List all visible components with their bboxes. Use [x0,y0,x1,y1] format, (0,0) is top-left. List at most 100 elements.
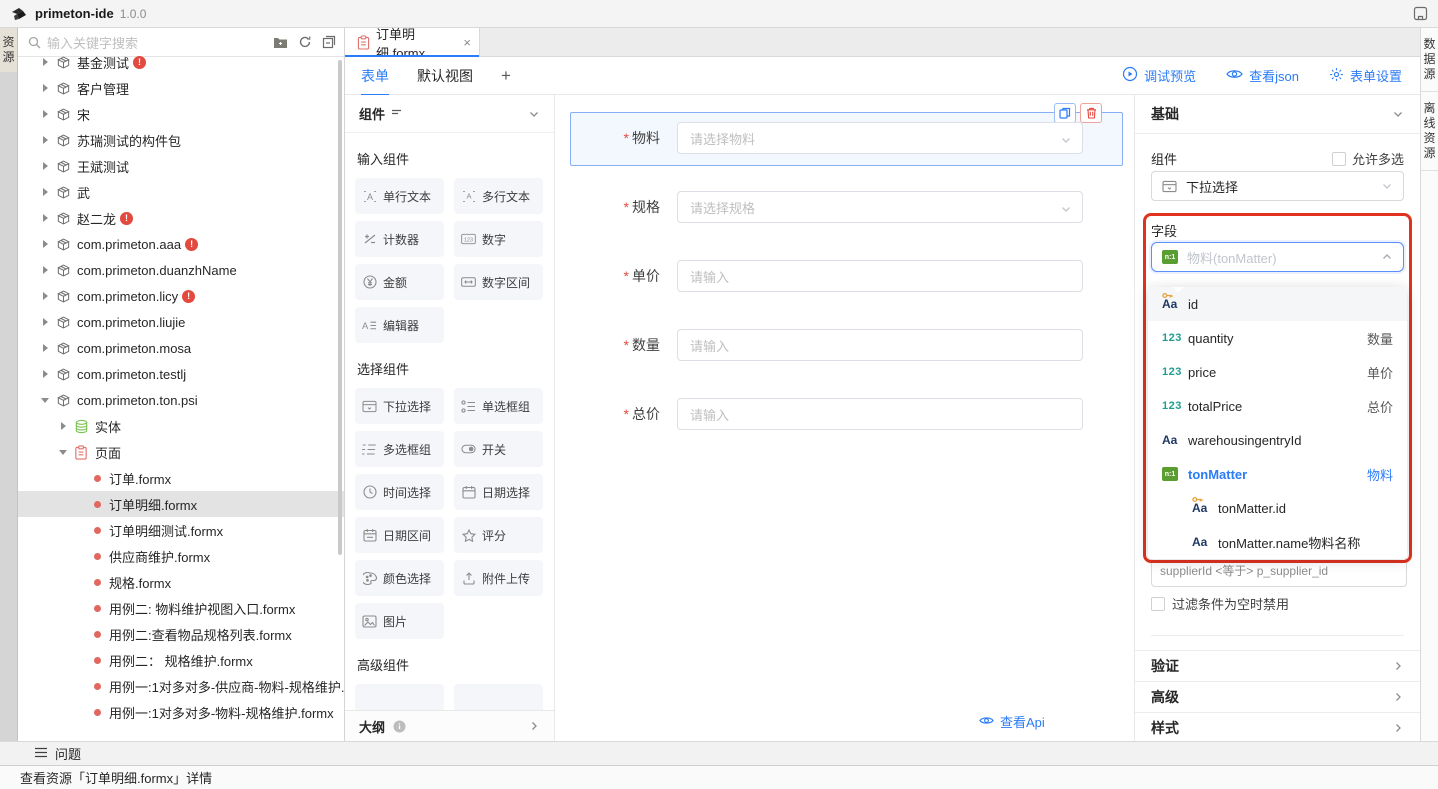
tree-item[interactable]: 订单明细测试.formx [18,517,344,543]
tree-item[interactable]: 用例二: 物料维护视图入口.formx [18,595,344,621]
chevron-right-icon[interactable] [40,83,50,93]
tree-item[interactable]: 苏瑞测试的构件包 [18,127,344,153]
chevron-down-icon[interactable] [40,395,50,405]
rail-tab-datasource[interactable]: 数据源 [1421,28,1438,92]
field-option[interactable]: AatonMatter.id [1148,491,1407,525]
field-option[interactable]: 123totalPrice总价 [1148,389,1407,423]
allow-multi-select-checkbox[interactable]: 允许多选 [1332,149,1404,168]
form-field-row[interactable]: *单价请输入 [555,260,1083,292]
tree-item[interactable]: com.primeton.testlj [18,361,344,387]
tree-item[interactable]: com.primeton.aaa! [18,231,344,257]
chevron-right-icon[interactable] [40,239,50,249]
new-folder-icon[interactable] [273,36,288,49]
field-option[interactable]: 123price单价 [1148,355,1407,389]
field-input[interactable]: 请输入 [677,329,1083,361]
tree-item[interactable]: 用例一:1对多对多-物料-规格维护.formx [18,699,344,725]
palette-component-button[interactable]: 123数字 [454,221,543,257]
delete-component-button[interactable] [1080,103,1102,123]
palette-component-button[interactable]: 下拉选择 [355,388,444,424]
field-input[interactable]: 请输入 [677,260,1083,292]
subtab-0[interactable]: 表单 [361,66,389,86]
field-option[interactable]: n:1tonMatter物料 [1148,457,1407,491]
chevron-right-icon[interactable] [40,213,50,223]
form-field-row[interactable]: *规格请选择规格 [555,191,1083,223]
palette-component-button[interactable]: 单选框组 [454,388,543,424]
palette-component-button[interactable] [355,684,444,710]
subtab-1[interactable]: 默认视图 [417,66,473,86]
palette-component-button[interactable]: A多行文本 [454,178,543,214]
tree-item[interactable]: 页面 [18,439,344,465]
chevron-right-icon[interactable] [40,265,50,275]
chevron-right-icon[interactable] [40,161,50,171]
window-layout-icon[interactable] [1413,6,1428,21]
section-1-header[interactable]: 高级 [1135,681,1420,712]
tree-item[interactable]: com.primeton.licy! [18,283,344,309]
palette-component-button[interactable] [454,684,543,710]
close-icon[interactable]: × [463,35,471,50]
chevron-right-icon[interactable] [40,369,50,379]
tree-item[interactable]: 实体 [18,413,344,439]
chevron-right-icon[interactable] [40,57,50,67]
palette-component-button[interactable]: 开关 [454,431,543,467]
copy-component-button[interactable] [1054,103,1076,123]
chevron-right-icon[interactable] [40,187,50,197]
field-option[interactable]: 123quantity数量 [1148,321,1407,355]
palette-component-button[interactable]: A单行文本 [355,178,444,214]
rail-tab-offline-resource[interactable]: 离线资源 [1421,92,1438,171]
tree-item[interactable]: 用例二： 规格维护.formx [18,647,344,673]
form-field-row[interactable]: *物料请选择物料 [555,122,1083,154]
chevron-right-icon[interactable] [40,317,50,327]
form-field-row[interactable]: *数量请输入 [555,329,1083,361]
tree-item[interactable]: 订单明细.formx [18,491,344,517]
rail-tab-resources[interactable]: 资源 [0,28,17,72]
form-field-row[interactable]: *总价请输入 [555,398,1083,430]
add-view-button[interactable]: + [501,66,511,86]
tree-item[interactable]: 赵二龙! [18,205,344,231]
chevron-down-icon[interactable] [528,108,540,120]
tree-item[interactable]: com.primeton.ton.psi [18,387,344,413]
field-select[interactable]: n:1 物料(tonMatter) [1151,242,1404,272]
collapse-all-icon[interactable] [322,35,336,49]
tree-scrollbar[interactable] [338,60,342,555]
problems-bar[interactable]: 问题 [0,741,1438,765]
field-option[interactable]: Aaid [1148,287,1407,321]
chevron-right-icon[interactable] [40,291,50,301]
palette-component-button[interactable]: 评分 [454,517,543,553]
chevron-right-icon[interactable] [40,135,50,145]
tree-item[interactable]: 客户管理 [18,75,344,101]
chevron-right-icon[interactable] [40,343,50,353]
palette-component-button[interactable]: 金额 [355,264,444,300]
tree-item[interactable]: 武 [18,179,344,205]
tree-item[interactable]: 宋 [18,101,344,127]
tree-item[interactable]: com.primeton.mosa [18,335,344,361]
field-input[interactable]: 请输入 [677,398,1083,430]
tree-item[interactable]: 王斌测试 [18,153,344,179]
section-basic-header[interactable]: 基础 [1135,95,1420,134]
chevron-right-icon[interactable] [58,421,68,431]
palette-component-button[interactable]: 日期区间 [355,517,444,553]
tree-item[interactable]: com.primeton.duanzhName [18,257,344,283]
field-select[interactable]: 请选择规格 [677,191,1083,223]
palette-header[interactable]: 组件 [345,95,554,133]
tree-item[interactable]: 供应商维护.formx [18,543,344,569]
palette-component-button[interactable]: 计数器 [355,221,444,257]
form-settings-button[interactable]: 表单设置 [1329,66,1402,85]
section-2-header[interactable]: 样式 [1135,712,1420,743]
palette-component-button[interactable]: A编辑器 [355,307,444,343]
palette-component-button[interactable]: 多选框组 [355,431,444,467]
palette-component-button[interactable]: 时间选择 [355,474,444,510]
tab-order-detail-formx[interactable]: 订单明细.formx × [345,28,480,57]
chevron-down-icon[interactable] [58,447,68,457]
field-option[interactable]: AatonMatter.name物料名称 [1148,525,1407,559]
field-option[interactable]: AawarehousingentryId [1148,423,1407,457]
section-0-header[interactable]: 验证 [1135,650,1420,681]
palette-component-button[interactable]: 颜色选择 [355,560,444,596]
tree-item[interactable]: 用例二:查看物品规格列表.formx [18,621,344,647]
refresh-icon[interactable] [298,35,312,49]
palette-component-button[interactable]: 日期选择 [454,474,543,510]
debug-preview-button[interactable]: 调试预览 [1122,66,1196,85]
palette-component-button[interactable]: 图片 [355,603,444,639]
view-api-link[interactable]: 查看Api [979,712,1045,731]
field-select[interactable]: 请选择物料 [677,122,1083,154]
palette-component-button[interactable]: 附件上传 [454,560,543,596]
